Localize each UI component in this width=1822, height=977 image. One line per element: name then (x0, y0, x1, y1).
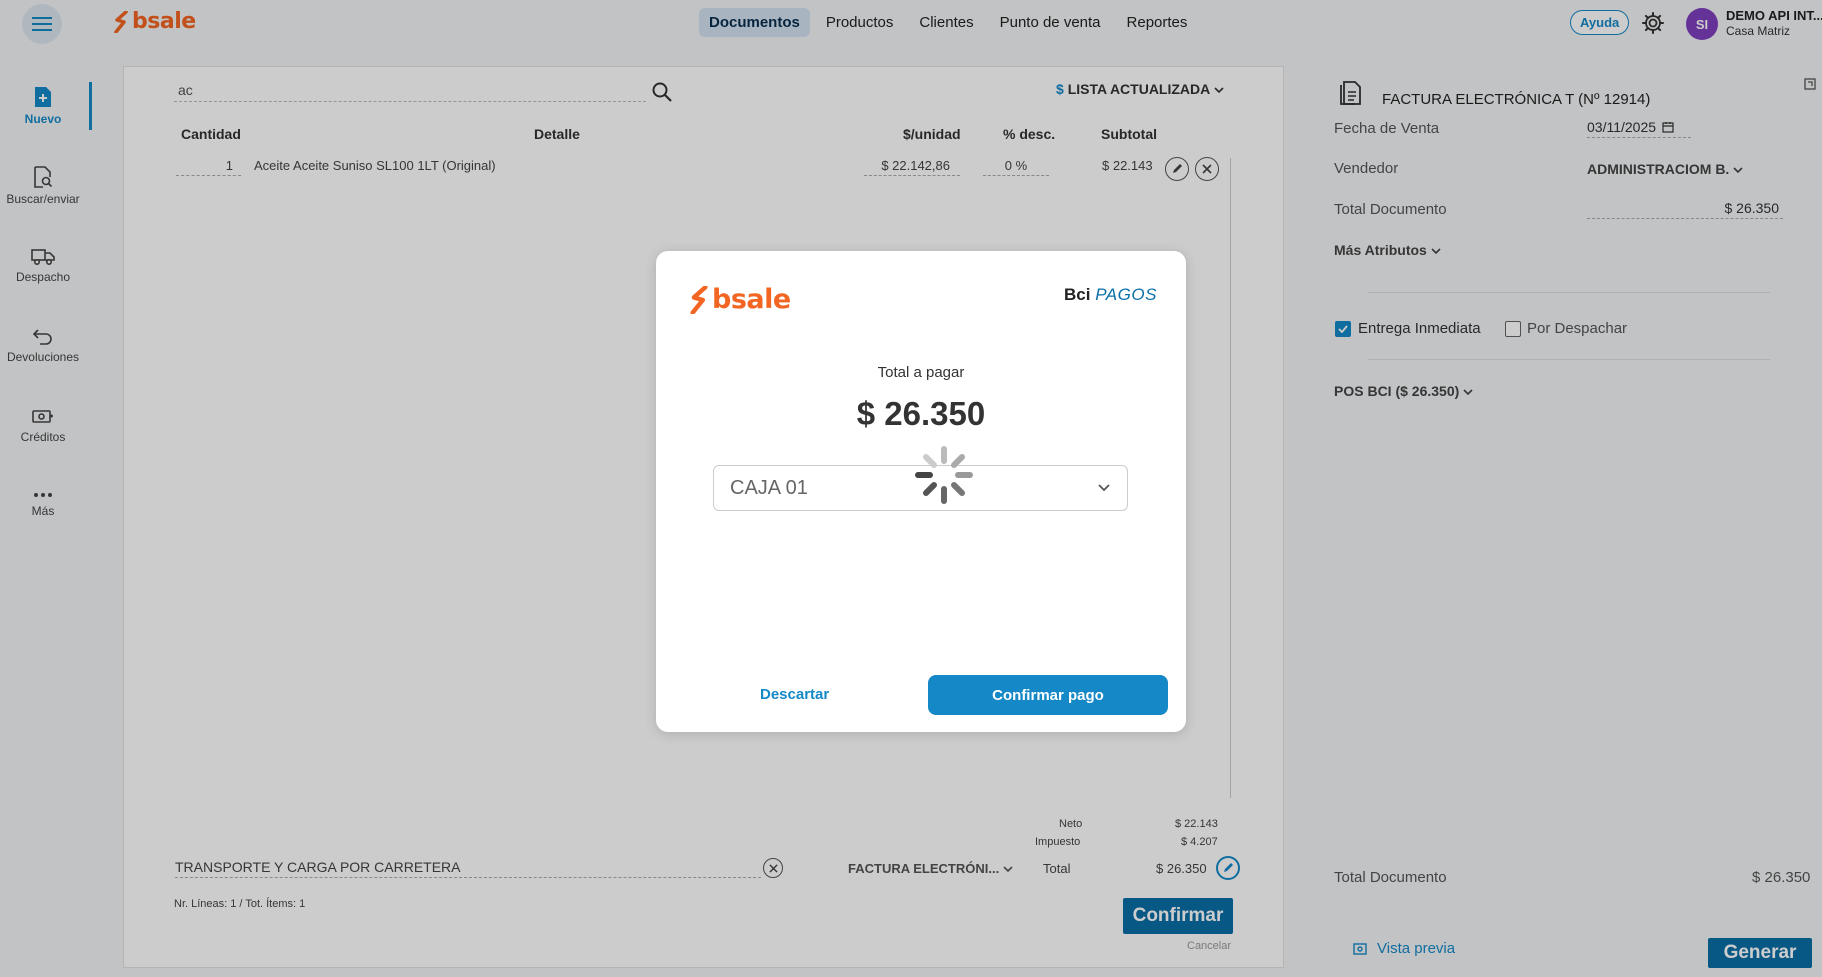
total-a-pagar-label: Total a pagar (877, 364, 965, 381)
bci-pagos-logo: Bci PAGOS (1064, 285, 1157, 305)
descartar-button[interactable]: Descartar (760, 686, 829, 703)
confirmar-pago-button[interactable]: Confirmar pago (928, 675, 1168, 715)
modal-logo-text: bsale (712, 284, 791, 315)
bsale-logo-icon (690, 285, 708, 314)
payment-modal: bsale Bci PAGOS Total a pagar $ 26.350 C… (656, 251, 1186, 732)
chevron-down-icon (1098, 484, 1110, 492)
total-a-pagar-amount: $ 26.350 (856, 395, 986, 432)
modal-bsale-logo: bsale (690, 284, 791, 315)
caja-selected-value: CAJA 01 (730, 476, 808, 499)
pagos-logo-text: PAGOS (1095, 285, 1157, 304)
loading-spinner-icon (915, 446, 973, 504)
bci-logo-text: Bci (1064, 285, 1091, 304)
